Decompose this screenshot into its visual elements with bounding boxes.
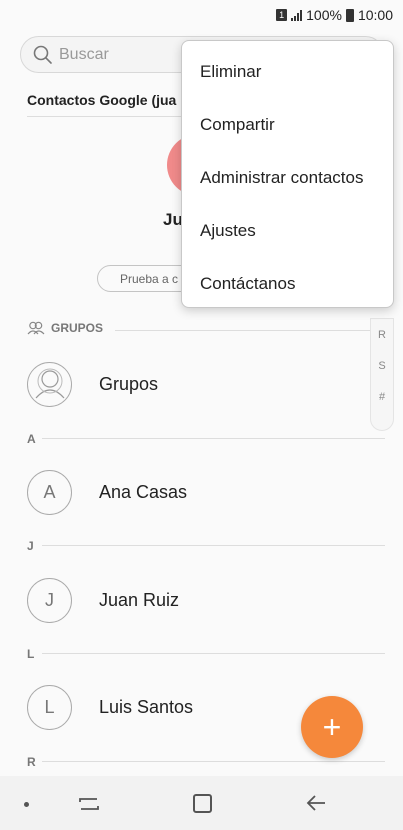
menu-item-compartir[interactable]: Compartir [182,98,393,151]
contact-avatar: J [27,577,72,623]
groups-header: GRUPOS [27,321,103,335]
search-icon [33,45,52,64]
divider [115,330,370,331]
list-item-contact[interactable]: A Ana Casas [0,464,403,520]
account-label[interactable]: Contactos Google (jua [27,92,176,108]
list-item-label: Grupos [99,373,159,394]
search-input[interactable] [59,45,189,64]
group-avatar-icon [27,361,72,407]
add-icon: + [322,708,342,745]
section-letter: A [27,432,36,446]
menu-item-eliminar[interactable]: Eliminar [182,45,393,98]
navigation-bar [0,776,403,830]
contact-avatar: L [27,684,72,730]
contact-name: Luis Santos [99,696,194,717]
contact-avatar: A [27,469,72,515]
menu-item-ajustes[interactable]: Ajustes [182,204,393,257]
add-contact-button[interactable]: + [301,696,363,758]
section-letter: L [27,647,35,661]
recent-apps-icon[interactable] [78,793,100,815]
battery-icon [345,8,354,22]
menu-item-administrar-contactos[interactable]: Administrar contactos [182,151,393,204]
sim-icon: 1 [276,9,288,21]
divider [42,653,385,654]
divider [42,438,385,439]
battery-percent: 100% [306,7,342,23]
contact-name: Ana Casas [99,481,188,502]
profile-name: Ju [163,210,183,229]
signal-icon [291,9,303,21]
divider [42,761,385,762]
section-letter: J [27,539,34,553]
list-item-contact[interactable]: J Juan Ruiz [0,572,403,628]
back-icon[interactable] [305,792,327,814]
divider [42,545,385,546]
list-item-grupos[interactable]: Grupos [0,356,403,412]
divider [27,116,182,117]
section-letter: R [27,755,36,769]
index-letter[interactable]: R [378,329,386,341]
contact-name: Juan Ruiz [99,589,180,610]
home-icon[interactable] [193,794,212,813]
overflow-menu: Eliminar Compartir Administrar contactos… [181,40,394,308]
groups-icon [27,321,45,335]
nav-dot-icon[interactable] [24,802,29,807]
clock: 10:00 [357,7,393,23]
groups-header-label: GRUPOS [51,321,104,335]
status-bar: 1 100% 10:00 [0,0,403,30]
menu-item-contactanos[interactable]: Contáctanos [182,257,393,310]
